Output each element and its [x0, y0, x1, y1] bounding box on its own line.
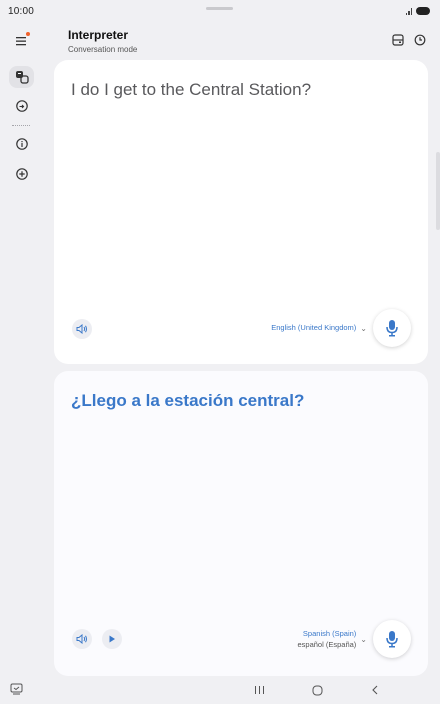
app-header: Interpreter Conversation mode [68, 28, 434, 58]
status-bar: 10:00 [0, 0, 440, 22]
play-icon [109, 635, 115, 643]
source-panel: I do I get to the Central Station? Engli… [54, 60, 428, 364]
rail-item-translate[interactable] [9, 66, 34, 88]
play-button[interactable] [102, 629, 122, 649]
split-view-icon [392, 34, 404, 46]
navigation-bar [0, 676, 440, 704]
history-button[interactable] [413, 33, 427, 47]
keyboard-switch-button[interactable] [10, 683, 23, 695]
signal-icon [405, 7, 412, 15]
target-mic-button[interactable] [373, 620, 411, 658]
translate-icon [15, 71, 29, 84]
target-panel: ¿Llego a la estación central? Spanish (S… [54, 371, 428, 676]
recent-apps-icon [255, 686, 264, 694]
chat-translate-icon [15, 100, 28, 112]
microphone-icon [386, 631, 398, 648]
rail-item-add[interactable] [9, 163, 34, 185]
target-speak-button[interactable] [72, 629, 92, 649]
target-language-label: Spanish (Spain) [302, 629, 357, 638]
notification-dot [26, 32, 30, 36]
home-button[interactable] [312, 684, 323, 696]
rail-divider [12, 125, 30, 126]
target-language-native: español (España) [297, 639, 357, 649]
side-rail [0, 22, 42, 674]
header-actions [391, 33, 427, 47]
source-mic-button[interactable] [373, 309, 411, 347]
target-language-select[interactable]: Spanish (Spain) español (España) ⌄ [298, 629, 368, 650]
history-icon [414, 34, 426, 46]
status-time: 10:00 [8, 5, 35, 17]
page-subtitle: Conversation mode [68, 45, 138, 54]
home-icon [312, 685, 323, 695]
keyboard-icon [10, 683, 23, 695]
split-view-button[interactable] [391, 33, 405, 47]
source-language-select[interactable]: English (United Kingdom) ⌄ [271, 323, 367, 334]
back-button[interactable] [371, 684, 379, 696]
chevron-down-icon: ⌄ [360, 635, 367, 644]
drag-handle[interactable] [206, 7, 233, 10]
menu-icon [15, 37, 26, 46]
speaker-icon [76, 634, 87, 644]
recent-apps-button[interactable] [254, 684, 265, 696]
edge-panel-handle[interactable] [436, 152, 440, 230]
translated-text[interactable]: ¿Llego a la estación central? [71, 390, 408, 412]
microphone-icon [386, 320, 398, 337]
rail-item-info[interactable] [9, 133, 34, 155]
page-title: Interpreter [68, 28, 129, 42]
chevron-down-icon: ⌄ [360, 323, 367, 333]
add-icon [15, 168, 28, 180]
speaker-icon [76, 324, 87, 334]
back-icon [372, 685, 378, 695]
menu-button[interactable] [9, 30, 34, 52]
source-language-label: English (United Kingdom) [271, 323, 357, 332]
battery-icon [416, 7, 430, 15]
info-icon [15, 138, 28, 150]
source-text[interactable]: I do I get to the Central Station? [71, 79, 408, 101]
status-icons [405, 7, 430, 15]
source-speak-button[interactable] [72, 319, 92, 339]
rail-item-chat-translate[interactable] [9, 95, 34, 117]
